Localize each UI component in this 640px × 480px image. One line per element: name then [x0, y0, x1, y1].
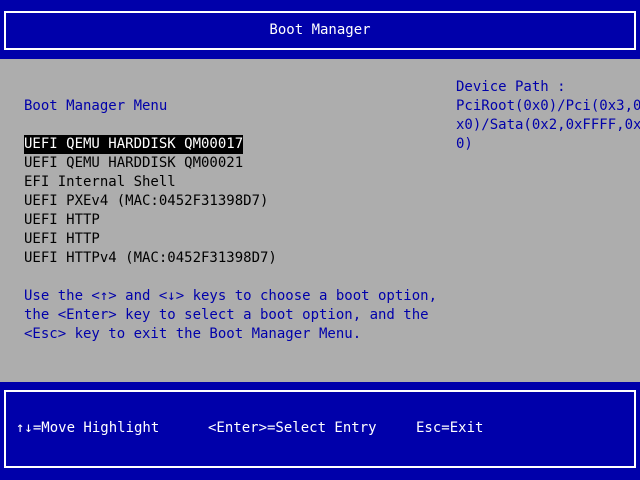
boot-option-pxev4[interactable]: UEFI PXEv4 (MAC:0452F31398D7) — [24, 192, 268, 211]
boot-option-httpv4[interactable]: UEFI HTTPv4 (MAC:0452F31398D7) — [24, 249, 277, 268]
help-line: <Esc> key to exit the Boot Manager Menu. — [24, 326, 362, 342]
boot-option-efi-internal-shell[interactable]: EFI Internal Shell — [24, 173, 176, 192]
boot-option-http-1[interactable]: UEFI HTTP — [24, 211, 100, 230]
help-line: Use the <↑> and <↓> keys to choose a boo… — [24, 288, 438, 304]
menu-heading: Boot Manager Menu — [24, 98, 168, 114]
boot-option-qemu-harddisk-qm00017[interactable]: UEFI QEMU HARDDISK QM00017 — [24, 135, 244, 154]
header-frame: Boot Manager — [4, 11, 636, 50]
boot-option-qemu-harddisk-qm00021[interactable]: UEFI QEMU HARDDISK QM00021 — [24, 154, 243, 173]
move-highlight-hint: ↑↓=Move Highlight — [16, 420, 160, 436]
page-title: Boot Manager — [269, 22, 371, 38]
device-path-line: x0)/Sata(0x2,0xFFFF,0x — [456, 117, 640, 133]
boot-option-http-2[interactable]: UEFI HTTP — [24, 230, 100, 249]
footer-band: ↑↓=Move Highlight <Enter>=Select Entry E… — [0, 382, 640, 480]
header-band: Boot Manager — [0, 0, 640, 59]
device-path-line: 0) — [456, 136, 473, 152]
help-line: the <Enter> key to select a boot option,… — [24, 307, 429, 323]
boot-manager-screen: Boot Manager Boot Manager Menu UEFI QEMU… — [0, 0, 640, 480]
exit-hint: Esc=Exit — [416, 420, 484, 436]
select-entry-hint: <Enter>=Select Entry — [208, 420, 377, 436]
device-path-label: Device Path : — [456, 79, 566, 95]
device-path-line: PciRoot(0x0)/Pci(0x3,0 — [456, 98, 640, 114]
